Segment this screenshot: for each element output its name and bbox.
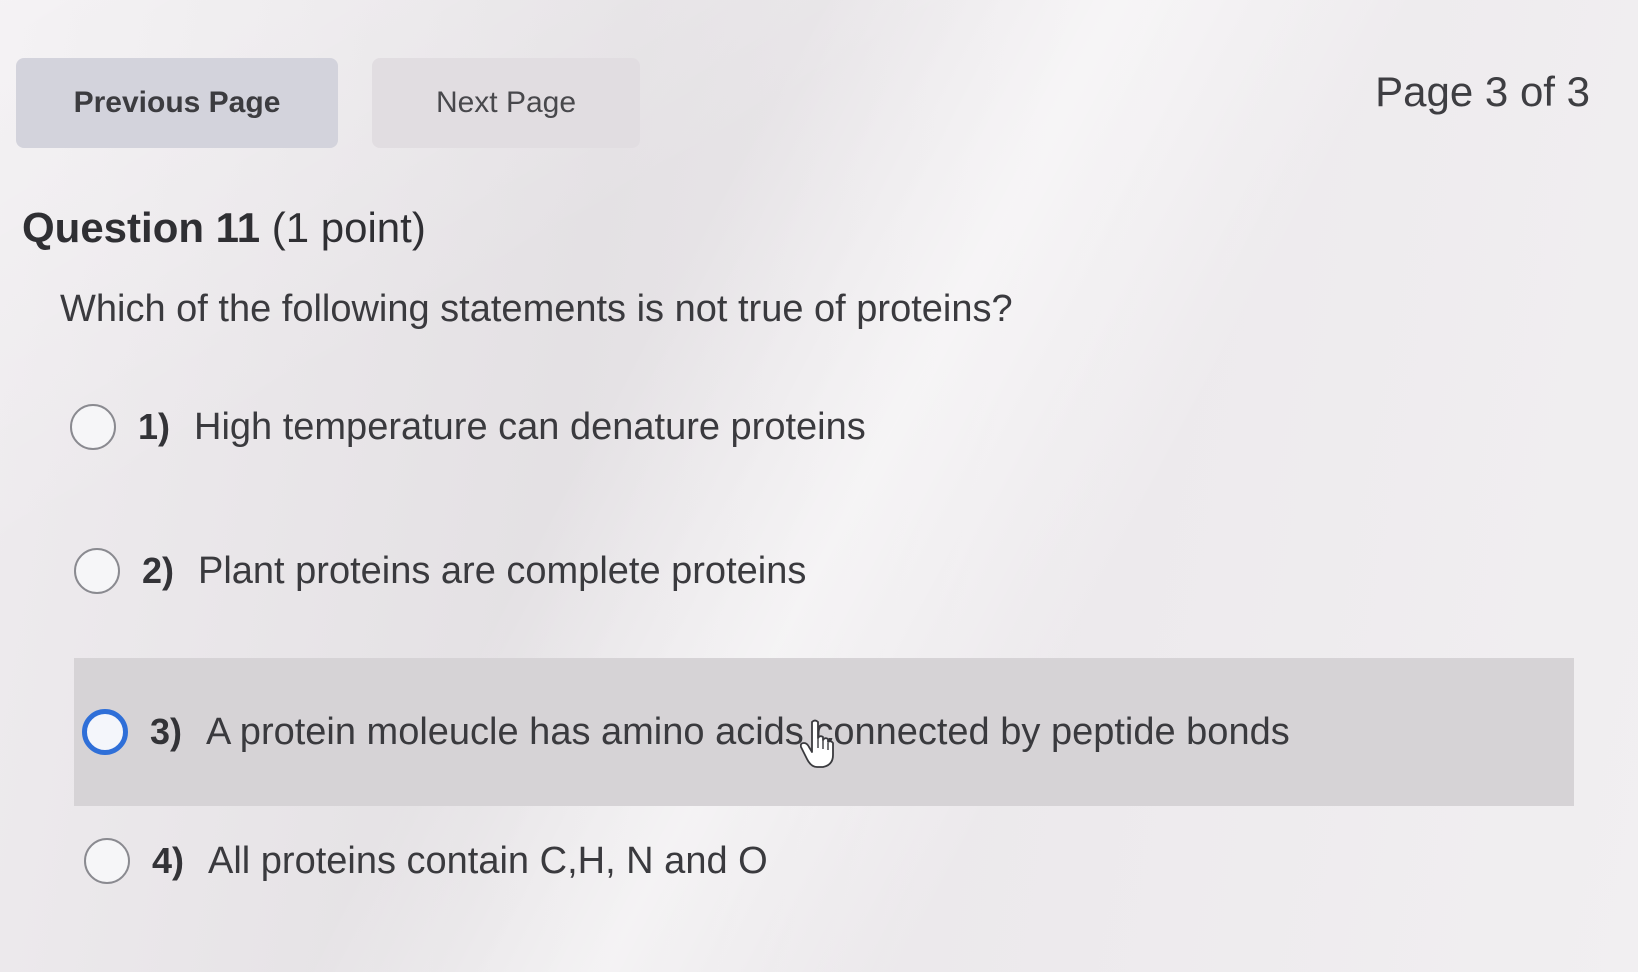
answer-option-1[interactable]: 1) High temperature can denature protein… (70, 404, 866, 450)
question-points: (1 point) (271, 204, 426, 251)
option-label[interactable]: A protein moleucle has amino acids conne… (206, 711, 1290, 754)
previous-page-button[interactable]: Previous Page (16, 58, 338, 148)
question-title: Question 11 (22, 204, 261, 251)
hand-pointer-icon (800, 719, 834, 768)
radio-button-icon[interactable] (82, 709, 128, 755)
radio-button-icon[interactable] (84, 838, 130, 884)
radio-button-icon[interactable] (70, 404, 116, 450)
option-number: 3) (150, 711, 183, 752)
next-page-button[interactable]: Next Page (372, 58, 640, 148)
question-text: Which of the following statements is not… (60, 288, 1013, 330)
option-label[interactable]: High temperature can denature proteins (194, 406, 866, 449)
page-indicator: Page 3 of 3 (1375, 68, 1590, 115)
option-label[interactable]: All proteins contain C,H, N and O (208, 840, 768, 883)
radio-button-icon[interactable] (74, 548, 120, 594)
answer-option-4[interactable]: 4) All proteins contain C,H, N and O (84, 838, 768, 884)
option-number: 2) (142, 550, 175, 591)
answer-option-2[interactable]: 2) Plant proteins are complete proteins (74, 548, 806, 594)
option-number: 4) (152, 840, 185, 881)
option-number: 1) (138, 406, 171, 447)
question-header: Question 11 (1 point) (22, 204, 426, 252)
option-label[interactable]: Plant proteins are complete proteins (198, 550, 806, 593)
